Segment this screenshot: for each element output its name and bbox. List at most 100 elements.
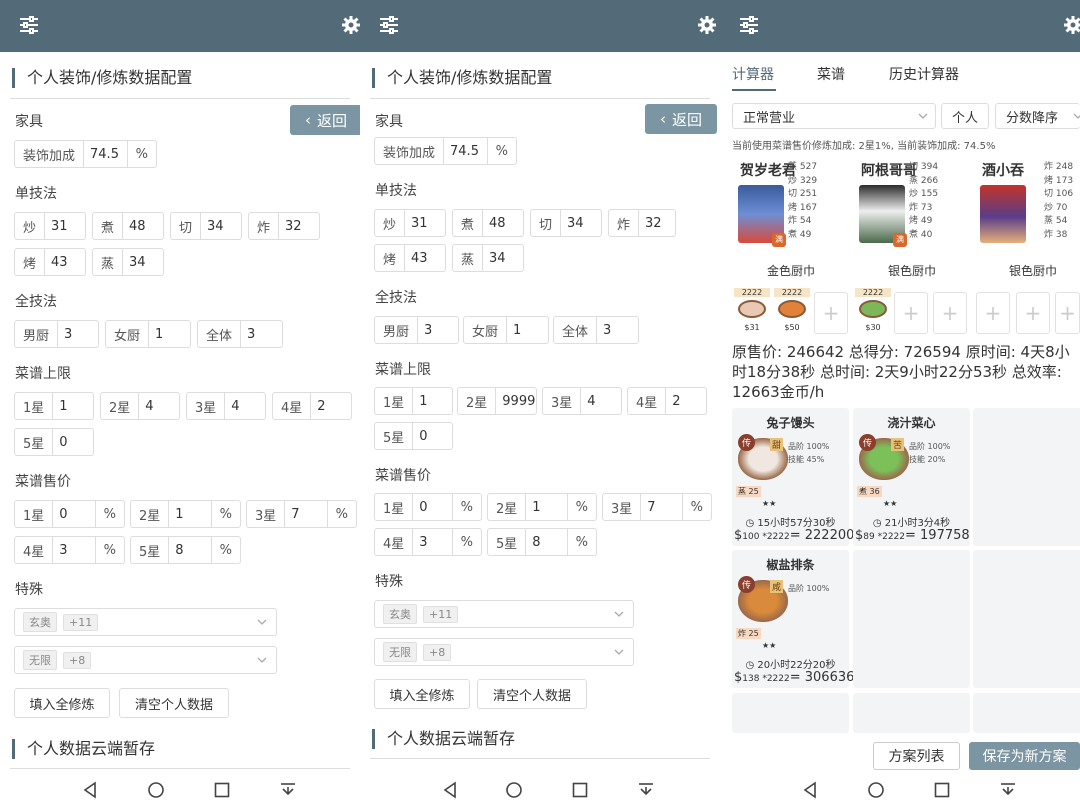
female-chef-field[interactable]: 女厨 1 xyxy=(463,316,549,344)
dish-card[interactable]: 兔子馒头 传 甜 品阶 100% 技能 45% 蒸 25 ★★ ◷ 15小时57分… xyxy=(732,408,854,546)
skill-zheng-field[interactable]: 蒸 34 xyxy=(452,244,524,272)
person-select[interactable]: 个人 xyxy=(941,103,989,129)
sort-select[interactable]: 分数降序 xyxy=(995,103,1080,129)
nav-home-icon[interactable] xyxy=(504,780,524,800)
skill-zhu-field[interactable]: 煮 48 xyxy=(92,212,164,240)
gear-icon[interactable] xyxy=(340,14,360,36)
field-value[interactable]: 3 xyxy=(597,317,638,343)
empty-slot-add[interactable]: + xyxy=(814,292,848,334)
skill-kao-field[interactable]: 烤 43 xyxy=(14,248,86,276)
price-2star-field[interactable]: 2星 1% xyxy=(487,493,597,521)
field-value[interactable]: 34 xyxy=(123,249,163,275)
field-value[interactable]: 34 xyxy=(561,210,601,236)
field-value[interactable]: 31 xyxy=(45,213,85,239)
empty-slot-add[interactable]: + xyxy=(976,292,1010,334)
nav-dropdown-icon[interactable] xyxy=(278,780,298,800)
cap-3star-field[interactable]: 3星 4 xyxy=(542,387,622,415)
cap-2star-field[interactable]: 2星 4 xyxy=(100,392,180,420)
price-1star-field[interactable]: 1星 0% xyxy=(374,493,482,521)
nav-home-icon[interactable] xyxy=(146,780,166,800)
sliders-icon[interactable] xyxy=(18,14,40,36)
cap-5star-field[interactable]: 5星 0 xyxy=(374,422,453,450)
field-value[interactable]: 4 xyxy=(225,393,265,419)
skill-zha-field[interactable]: 炸 32 xyxy=(248,212,320,240)
price-5star-field[interactable]: 5星 8% xyxy=(487,528,597,556)
price-4star-field[interactable]: 4星 3% xyxy=(14,536,125,564)
back-button[interactable]: ‹ 返回 xyxy=(645,104,717,134)
all-chef-field[interactable]: 全体 3 xyxy=(553,316,639,344)
empty-dish-slot[interactable] xyxy=(973,693,1080,733)
field-value[interactable]: 2 xyxy=(311,393,351,419)
dish-card[interactable]: 椒盐排条 传 咸 品阶 100% 炸 25 ★★ ◷ 20小时22分20秒 $1… xyxy=(732,550,854,688)
field-value[interactable]: 0 xyxy=(53,501,94,527)
skill-zheng-field[interactable]: 蒸 34 xyxy=(92,248,164,276)
chef-card[interactable]: 阿根哥哥 满 切 394 蒸 266 炒 155 炸 73 烤 49 煮 40 xyxy=(853,155,971,255)
cap-2star-field[interactable]: 2星 9999 xyxy=(457,387,537,415)
decor-value[interactable]: 74.5 xyxy=(444,138,487,164)
all-chef-field[interactable]: 全体 3 xyxy=(197,320,283,348)
field-value[interactable]: 3 xyxy=(418,317,458,343)
equipped-item[interactable]: 2222 $50 xyxy=(774,288,810,332)
chef-card[interactable]: 酒小吞 炸 248 烤 173 切 106 炒 70 蒸 54 炸 38 xyxy=(974,155,1080,255)
field-value[interactable]: 0 xyxy=(53,429,93,455)
field-value[interactable]: 34 xyxy=(201,213,241,239)
tab-calculator[interactable]: 计算器 xyxy=(732,64,774,84)
decor-value[interactable]: 74.5 xyxy=(84,141,127,167)
clear-personal-button[interactable]: 清空个人数据 xyxy=(119,688,229,718)
decor-field[interactable]: 装饰加成 74.5% xyxy=(14,140,157,168)
special-select-2[interactable]: 无限 +8 xyxy=(374,638,634,666)
field-value[interactable]: 34 xyxy=(483,245,523,271)
equipped-item[interactable]: 2222 $30 xyxy=(855,288,891,332)
field-value[interactable]: 8 xyxy=(169,537,210,563)
empty-dish-slot[interactable] xyxy=(853,550,970,688)
field-value[interactable]: 7 xyxy=(641,494,681,520)
field-value[interactable]: 9999 xyxy=(496,388,536,414)
empty-dish-slot[interactable] xyxy=(853,693,970,733)
field-value[interactable]: 3 xyxy=(413,529,451,555)
empty-slot-add[interactable]: + xyxy=(1055,292,1080,334)
field-value[interactable]: 3 xyxy=(53,537,94,563)
sliders-icon[interactable] xyxy=(738,14,760,36)
nav-dropdown-icon[interactable] xyxy=(636,780,656,800)
skill-zhu-field[interactable]: 煮 48 xyxy=(452,209,524,237)
fill-all-button[interactable]: 填入全修炼 xyxy=(374,679,470,709)
nav-recents-icon[interactable] xyxy=(212,780,232,800)
field-value[interactable]: 32 xyxy=(639,210,675,236)
nav-back-icon[interactable] xyxy=(800,780,820,800)
field-value[interactable]: 1 xyxy=(169,501,210,527)
special-select-1[interactable]: 玄奥 +11 xyxy=(14,608,277,636)
cap-1star-field[interactable]: 1星 1 xyxy=(374,387,453,415)
field-value[interactable]: 2 xyxy=(666,388,706,414)
field-value[interactable]: 43 xyxy=(45,249,85,275)
skill-qie-field[interactable]: 切 34 xyxy=(530,209,602,237)
field-value[interactable]: 1 xyxy=(507,317,548,343)
empty-dish-slot[interactable] xyxy=(732,693,849,733)
cap-1star-field[interactable]: 1星 1 xyxy=(14,392,94,420)
empty-dish-slot[interactable] xyxy=(973,550,1080,688)
mode-select[interactable]: 正常营业 xyxy=(732,103,936,129)
cap-4star-field[interactable]: 4星 2 xyxy=(627,387,707,415)
field-value[interactable]: 4 xyxy=(139,393,179,419)
field-value[interactable]: 7 xyxy=(285,501,326,527)
field-value[interactable]: 0 xyxy=(413,494,451,520)
male-chef-field[interactable]: 男厨 3 xyxy=(14,320,99,348)
price-3star-field[interactable]: 3星 7% xyxy=(602,493,712,521)
field-value[interactable]: 31 xyxy=(405,210,445,236)
nav-back-icon[interactable] xyxy=(440,780,460,800)
special-select-1[interactable]: 玄奥 +11 xyxy=(374,600,634,628)
field-value[interactable]: 1 xyxy=(53,393,93,419)
price-1star-field[interactable]: 1星 0% xyxy=(14,500,125,528)
gear-icon[interactable] xyxy=(1062,14,1080,36)
female-chef-field[interactable]: 女厨 1 xyxy=(105,320,191,348)
field-value[interactable]: 48 xyxy=(483,210,523,236)
field-value[interactable]: 3 xyxy=(241,321,282,347)
field-value[interactable]: 8 xyxy=(526,529,566,555)
gear-icon[interactable] xyxy=(696,14,718,36)
field-value[interactable]: 48 xyxy=(123,213,163,239)
nav-recents-icon[interactable] xyxy=(570,780,590,800)
special-select-2[interactable]: 无限 +8 xyxy=(14,646,277,674)
nav-back-icon[interactable] xyxy=(80,780,100,800)
nav-home-icon[interactable] xyxy=(866,780,886,800)
decor-field[interactable]: 装饰加成 74.5% xyxy=(374,137,517,165)
dish-card[interactable]: 浇汁菜心 传 苦 品阶 100% 技能 20% 煮 36 ★★ ◷ 21小时3分4… xyxy=(853,408,970,546)
